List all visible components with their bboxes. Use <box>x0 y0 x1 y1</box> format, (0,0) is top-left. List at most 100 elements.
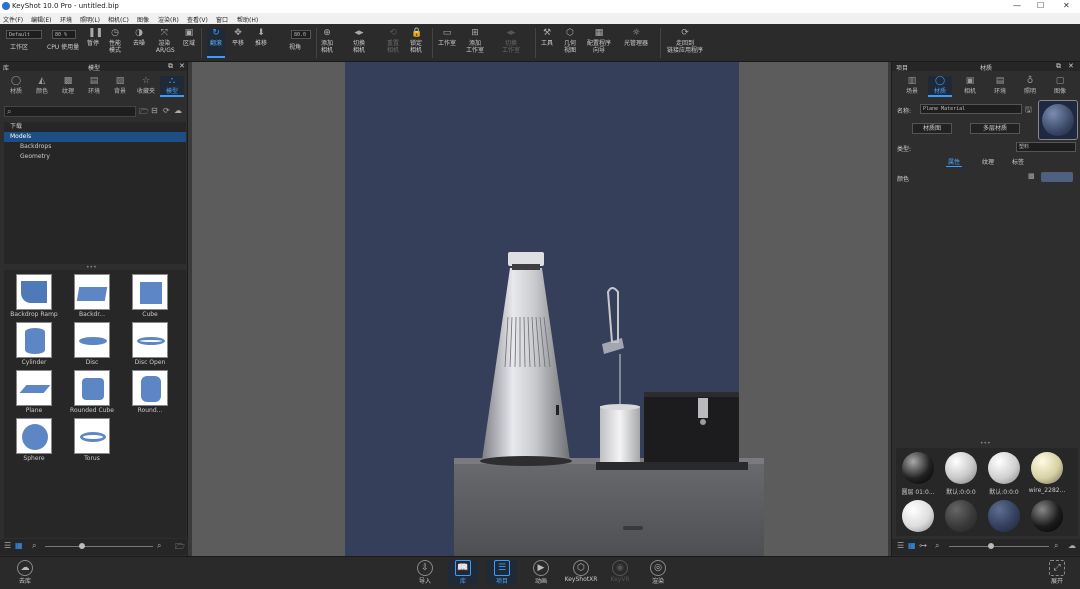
tree-item-backdrops[interactable]: Backdrops <box>4 142 186 152</box>
tree-item-geometry[interactable]: Geometry <box>4 152 186 162</box>
performance-mode-button[interactable]: ◷ 性能 模式 <box>109 28 121 54</box>
tab-models[interactable]: ⛬ 模型 <box>160 76 184 97</box>
pause-button[interactable]: ❚❚ 暂停 <box>87 28 103 47</box>
link-app-button[interactable]: ⟳ 走回到 链接应用程序 <box>667 28 703 54</box>
thumbnail-size-slider[interactable] <box>45 546 153 547</box>
model-sphere[interactable]: Sphere <box>6 418 62 466</box>
tab-environment[interactable]: ▤ 环境 <box>988 76 1012 95</box>
model-plane[interactable]: Plane <box>6 370 62 418</box>
library-search-input[interactable]: ⌕ <box>4 106 136 117</box>
model-rounded-cylinder[interactable]: Round... <box>122 370 178 418</box>
menu-render[interactable]: 渲染(R) <box>158 15 179 24</box>
material-preview[interactable] <box>1038 100 1078 140</box>
tab-favorites[interactable]: ☆ 收藏夹 <box>134 76 158 95</box>
cloud-icon[interactable]: ☁ <box>1068 541 1076 550</box>
menu-window[interactable]: 窗口 <box>216 15 228 24</box>
texture-map-icon[interactable]: ▩ <box>1028 172 1035 180</box>
fov-button[interactable]: 视角 <box>289 44 301 51</box>
close-button[interactable]: ✕ <box>1063 1 1070 10</box>
tumble-button[interactable]: ↻ 翻滚 <box>207 28 225 58</box>
slider-handle[interactable] <box>79 543 85 549</box>
studio-button[interactable]: ▭ 工作室 <box>438 28 456 47</box>
material-ball-default-2[interactable] <box>988 452 1020 484</box>
undock-icon[interactable]: ⧉ <box>1056 62 1061 71</box>
menu-camera[interactable]: 相机(C) <box>108 15 129 24</box>
menu-file[interactable]: 文件(F) <box>3 15 23 24</box>
close-icon[interactable]: ✕ <box>1068 62 1074 70</box>
render-viewport[interactable] <box>192 62 888 556</box>
model-disc[interactable]: Disc <box>64 322 120 370</box>
tab-texture[interactable]: ▩ 纹理 <box>56 76 80 95</box>
cloud-icon[interactable]: ☁ <box>174 106 182 115</box>
project-button[interactable]: ☰ 项目 <box>487 560 517 585</box>
refresh-icon[interactable]: ⟳ <box>163 106 170 115</box>
model-rounded-cube[interactable]: Rounded Cube <box>64 370 120 418</box>
tab-background[interactable]: ▨ 背景 <box>108 76 132 95</box>
model-cylinder[interactable]: Cylinder <box>6 322 62 370</box>
splitter-handle[interactable]: ••• <box>980 440 991 447</box>
workspace-preset-field[interactable]: Default <box>6 30 42 39</box>
model-disc-open[interactable]: Disc Open <box>122 322 178 370</box>
zoom-in-icon[interactable]: ⌕ <box>1054 541 1058 551</box>
cpu-usage-button[interactable]: CPU 使用量 <box>47 44 79 51</box>
model-torus[interactable]: Torus <box>64 418 120 466</box>
pan-button[interactable]: ✥ 平移 <box>232 28 244 47</box>
zoom-out-icon[interactable]: ⌕ <box>935 541 939 551</box>
grid-view-icon[interactable]: ▦ <box>15 541 23 550</box>
geometry-view-button[interactable]: ⬡ 几何 视图 <box>564 28 576 54</box>
region-button[interactable]: ▣ 区域 <box>183 28 195 47</box>
menu-help[interactable]: 帮助(H) <box>237 15 258 24</box>
material-ball-wire[interactable] <box>1031 452 1063 484</box>
tab-color[interactable]: ◭ 颜色 <box>30 76 54 95</box>
import-button[interactable]: ⇩ 导入 <box>410 560 440 585</box>
list-view-icon[interactable]: ☰ <box>897 541 904 550</box>
folder-icon[interactable]: 🗁 <box>139 106 149 120</box>
reset-camera-button[interactable]: ⟲ 重置 相机 <box>387 28 399 54</box>
folder-icon[interactable]: 🗁 <box>175 541 185 555</box>
add-studio-button[interactable]: ⊞ 添加 工作室 <box>466 28 484 54</box>
menu-environment[interactable]: 环境 <box>60 15 72 24</box>
subtab-texture[interactable]: 纹理 <box>982 157 994 166</box>
tab-camera[interactable]: ▣ 相机 <box>958 76 982 95</box>
material-ball-6[interactable] <box>945 500 977 532</box>
maximize-button[interactable]: ☐ <box>1037 1 1044 10</box>
minimize-button[interactable]: — <box>1013 1 1021 10</box>
color-swatch[interactable] <box>1041 172 1073 182</box>
light-manager-button[interactable]: ☼ 光管理器 <box>624 28 648 47</box>
dolly-button[interactable]: ⬇ 推移 <box>255 28 267 47</box>
material-name-field[interactable]: Plane Material <box>920 104 1022 114</box>
slider-handle[interactable] <box>988 543 994 549</box>
material-type-select[interactable]: 塑料 <box>1016 142 1076 152</box>
menu-view[interactable]: 查看(V) <box>187 15 208 24</box>
expand-button[interactable]: ⤢ 展开 <box>1042 560 1072 585</box>
switch-camera-button[interactable]: ◂▸ 切换 相机 <box>353 28 365 54</box>
switch-studio-button[interactable]: ◂▸ 切换 工作室 <box>502 28 520 54</box>
workspace-button[interactable]: 工作区 <box>10 44 28 51</box>
animation-button[interactable]: ▶ 动画 <box>526 560 556 585</box>
fov-field[interactable]: 80.0 <box>291 30 311 39</box>
model-cube[interactable]: Cube <box>122 274 178 322</box>
grid-view-icon[interactable]: ▦ <box>908 541 916 550</box>
ball-size-slider[interactable] <box>949 546 1049 547</box>
list-view-icon[interactable]: ☰ <box>4 541 11 550</box>
tree-item-models[interactable]: Models <box>4 132 186 142</box>
go-library-button[interactable]: ☁ 去库 <box>10 560 40 585</box>
multi-material-button[interactable]: 多层材质 <box>970 123 1020 134</box>
cpu-usage-field[interactable]: 80 % <box>52 30 76 39</box>
tree-view-icon[interactable]: ⊶ <box>919 541 927 550</box>
library-button[interactable]: 📖 库 <box>448 560 478 585</box>
material-ball-layer[interactable] <box>902 452 934 484</box>
render-button[interactable]: ◎ 渲染 <box>643 560 673 585</box>
material-ball-8[interactable] <box>1031 500 1063 532</box>
configurator-button[interactable]: ▦ 配置程序 向导 <box>587 28 611 54</box>
menu-edit[interactable]: 编辑(E) <box>31 15 51 24</box>
tab-lighting[interactable]: ♁ 照明 <box>1018 76 1042 95</box>
keyshotxr-button[interactable]: ⬡ KeyShotXR <box>563 560 599 583</box>
add-camera-button[interactable]: ⊕ 添加 相机 <box>321 28 333 54</box>
keyvr-button[interactable]: ◉ KeyVR <box>605 560 635 583</box>
material-ball-5[interactable] <box>902 500 934 532</box>
lock-camera-button[interactable]: 🔒 锁定 相机 <box>410 28 422 54</box>
tab-material[interactable]: ◯ 材质 <box>928 76 952 97</box>
material-ball-default-1[interactable] <box>945 452 977 484</box>
menu-lighting[interactable]: 照明(L) <box>80 15 100 24</box>
